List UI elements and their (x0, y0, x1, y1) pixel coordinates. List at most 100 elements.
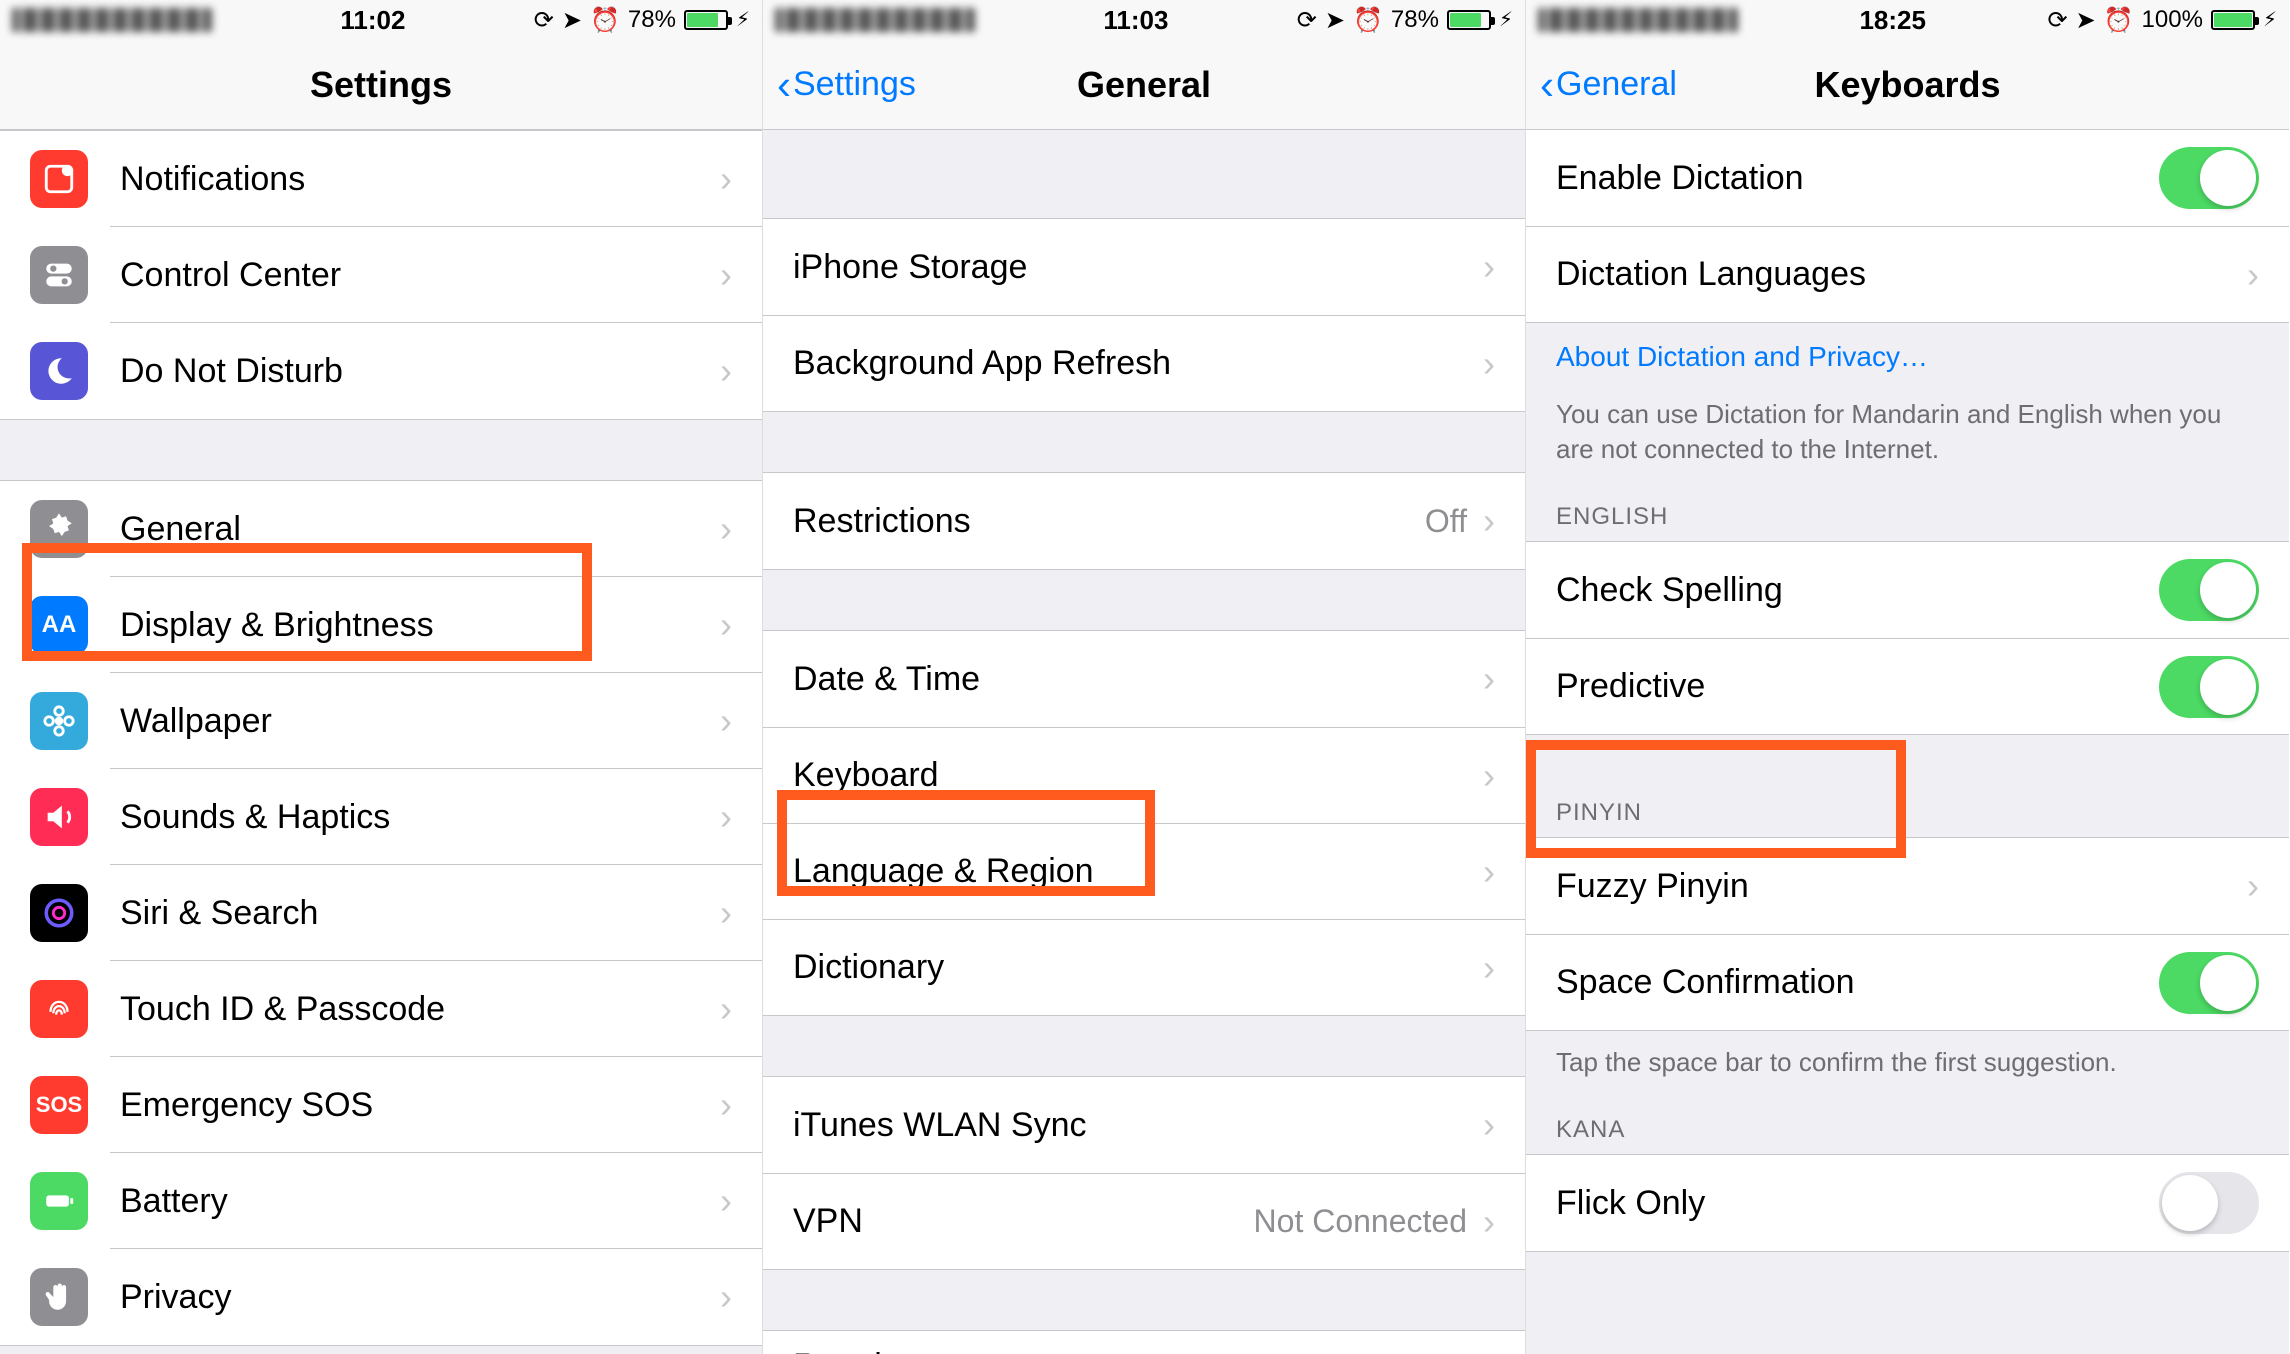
row-itunes-sync[interactable]: iTunes WLAN Sync › (763, 1077, 1525, 1173)
row-label: Keyboard (793, 756, 1483, 795)
row-privacy[interactable]: Privacy › (0, 1249, 762, 1345)
row-emergency-sos[interactable]: SOS Emergency SOS › (0, 1057, 762, 1153)
toggle-predictive[interactable] (2159, 656, 2259, 718)
row-regulatory[interactable]: Regulatory (763, 1331, 1525, 1354)
row-dictation-languages[interactable]: Dictation Languages › (1526, 226, 2289, 322)
row-label: Check Spelling (1556, 571, 2159, 610)
nav-title: General (1077, 64, 1211, 106)
row-touch-id[interactable]: Touch ID & Passcode › (0, 961, 762, 1057)
row-label: Touch ID & Passcode (120, 990, 720, 1029)
chevron-right-icon: › (1483, 658, 1495, 700)
location-icon: ➤ (2076, 6, 2096, 35)
chevron-right-icon: › (720, 892, 732, 934)
row-enable-dictation: Enable Dictation (1526, 130, 2289, 226)
carrier-blur (1538, 8, 1738, 32)
charging-icon: ⚡︎ (1499, 10, 1513, 30)
general-group-c: Date & Time › Keyboard › Language & Regi… (763, 630, 1525, 1016)
battery-setting-icon (30, 1172, 88, 1230)
chevron-right-icon: › (1483, 1201, 1495, 1243)
rotation-lock-icon: ⟳ (534, 6, 554, 35)
toggle-flick-only[interactable] (2159, 1172, 2259, 1234)
charging-icon: ⚡︎ (2263, 10, 2277, 30)
row-restrictions[interactable]: Restrictions Off › (763, 473, 1525, 569)
back-button[interactable]: ‹ Settings (777, 64, 916, 106)
section-gap (763, 412, 1525, 472)
chevron-right-icon: › (1483, 851, 1495, 893)
toggle-check-spelling[interactable] (2159, 559, 2259, 621)
row-background-refresh[interactable]: Background App Refresh › (763, 315, 1525, 411)
row-label: Do Not Disturb (120, 352, 720, 391)
carrier-blur (12, 8, 212, 32)
toggle-space-confirmation[interactable] (2159, 952, 2259, 1014)
row-label: Date & Time (793, 660, 1483, 699)
row-general[interactable]: General › (0, 481, 762, 577)
chevron-right-icon: › (1483, 343, 1495, 385)
row-label: Fuzzy Pinyin (1556, 867, 2247, 906)
row-control-center[interactable]: Control Center › (0, 227, 762, 323)
section-gap (763, 130, 1525, 218)
about-dictation-link[interactable]: About Dictation and Privacy… (1526, 323, 2289, 383)
row-label: Regulatory (793, 1347, 1495, 1354)
nav-title: Keyboards (1814, 64, 2000, 106)
row-keyboard[interactable]: Keyboard › (763, 727, 1525, 823)
row-display-brightness[interactable]: AA Display & Brightness › (0, 577, 762, 673)
screen-keyboards: 18:25 ⟳ ➤ ⏰ 100% ⚡︎ ‹ General Keyboards … (1526, 0, 2289, 1354)
chevron-right-icon: › (720, 988, 732, 1030)
row-predictive: Predictive (1526, 638, 2289, 734)
row-siri-search[interactable]: Siri & Search › (0, 865, 762, 961)
row-label: VPN (793, 1202, 1254, 1241)
row-iphone-storage[interactable]: iPhone Storage › (763, 219, 1525, 315)
row-do-not-disturb[interactable]: Do Not Disturb › (0, 323, 762, 419)
chevron-right-icon: › (720, 254, 732, 296)
section-gap (0, 420, 762, 480)
carrier-blur (775, 8, 975, 32)
row-language-region[interactable]: Language & Region › (763, 823, 1525, 919)
row-fuzzy-pinyin[interactable]: Fuzzy Pinyin › (1526, 838, 2289, 934)
chevron-right-icon: › (1483, 1104, 1495, 1146)
chevron-right-icon: › (720, 700, 732, 742)
toggle-enable-dictation[interactable] (2159, 147, 2259, 209)
flower-icon (30, 692, 88, 750)
row-label: Privacy (120, 1278, 720, 1317)
status-right: ⟳ ➤ ⏰ 78% ⚡︎ (1297, 6, 1513, 35)
rotation-lock-icon: ⟳ (2047, 6, 2067, 35)
back-label: Settings (793, 65, 916, 104)
settings-group-a: Notifications › Control Center › Do Not … (0, 130, 762, 420)
row-label: Siri & Search (120, 894, 720, 933)
battery-pct: 78% (628, 6, 676, 34)
chevron-right-icon: › (2247, 865, 2259, 907)
chevron-left-icon: ‹ (1540, 64, 1554, 106)
status-bar: 11:03 ⟳ ➤ ⏰ 78% ⚡︎ (763, 0, 1525, 40)
section-header-kana: KANA (1526, 1090, 2289, 1154)
fingerprint-icon (30, 980, 88, 1038)
section-gap (763, 1016, 1525, 1076)
general-group-d: iTunes WLAN Sync › VPN Not Connected › (763, 1076, 1525, 1270)
row-sounds-haptics[interactable]: Sounds & Haptics › (0, 769, 762, 865)
chevron-right-icon: › (1483, 947, 1495, 989)
row-label: Battery (120, 1182, 720, 1221)
row-label: Restrictions (793, 502, 1425, 541)
chevron-right-icon: › (720, 796, 732, 838)
row-flick-only: Flick Only (1526, 1155, 2289, 1251)
row-date-time[interactable]: Date & Time › (763, 631, 1525, 727)
chevron-right-icon: › (720, 158, 732, 200)
row-label: Sounds & Haptics (120, 798, 720, 837)
back-button[interactable]: ‹ General (1540, 64, 1677, 106)
location-icon: ➤ (1325, 6, 1345, 35)
row-notifications[interactable]: Notifications › (0, 131, 762, 227)
row-dictionary[interactable]: Dictionary › (763, 919, 1525, 1015)
section-gap (763, 570, 1525, 630)
row-label: Language & Region (793, 852, 1483, 891)
row-battery[interactable]: Battery › (0, 1153, 762, 1249)
siri-icon (30, 884, 88, 942)
control-center-icon (30, 246, 88, 304)
notifications-icon (30, 150, 88, 208)
english-block: Check Spelling Predictive (1526, 541, 2289, 735)
row-label: Predictive (1556, 667, 2159, 706)
alarm-icon: ⏰ (1353, 6, 1383, 35)
row-detail: Not Connected (1254, 1203, 1467, 1240)
nav-header: Settings (0, 40, 762, 130)
row-wallpaper[interactable]: Wallpaper › (0, 673, 762, 769)
row-vpn[interactable]: VPN Not Connected › (763, 1173, 1525, 1269)
nav-title: Settings (310, 64, 452, 106)
